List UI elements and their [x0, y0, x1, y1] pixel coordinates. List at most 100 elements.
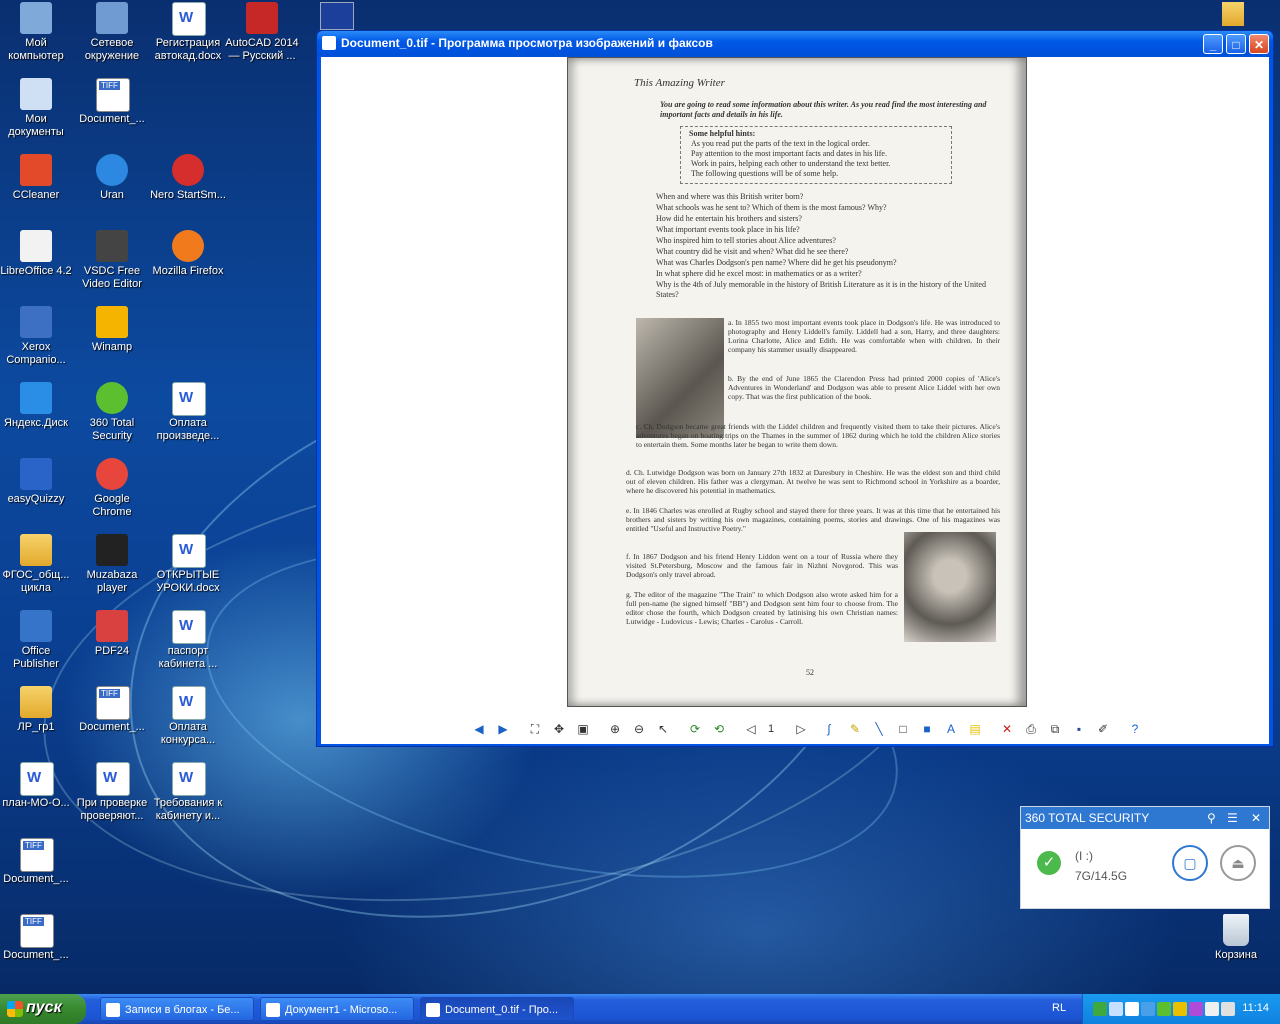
task-image-viewer[interactable]: Document_0.tif - Про...: [420, 997, 574, 1021]
desktop-icon[interactable]: LibreOffice 4.2: [0, 228, 74, 304]
eject-button[interactable]: ⏏: [1220, 845, 1256, 881]
edit-icon[interactable]: ✐: [1095, 721, 1111, 737]
desktop-icon[interactable]: план-МО-О...: [0, 760, 74, 836]
close-icon[interactable]: ✕: [1251, 807, 1261, 829]
desktop-icon[interactable]: Google Chrome: [74, 456, 150, 532]
clock[interactable]: 11:14: [1242, 1002, 1269, 1014]
language-indicator[interactable]: RL: [1052, 1002, 1066, 1014]
s360-icon: [96, 382, 128, 414]
menu-icon[interactable]: ☰: [1227, 807, 1238, 829]
tray-icon[interactable]: [1141, 1002, 1155, 1016]
tray-icon[interactable]: [1125, 1002, 1139, 1016]
desktop-icon[interactable]: Document_...: [0, 912, 74, 988]
vsdc-icon: [96, 230, 128, 262]
desktop-icon[interactable]: Office Publisher: [0, 608, 74, 684]
close-button[interactable]: ✕: [1249, 34, 1269, 54]
desktop-icon[interactable]: Winamp: [74, 304, 150, 380]
scanned-page: This Amazing Writer You are going to rea…: [567, 57, 1027, 707]
actual-size-icon[interactable]: ✥: [551, 721, 567, 737]
tray-icon[interactable]: [1189, 1002, 1203, 1016]
highlighter-icon[interactable]: ✎: [847, 721, 863, 737]
desktop-icon[interactable]: Оплата конкурса...: [150, 684, 226, 760]
desktop-icon[interactable]: Xerox Companio...: [0, 304, 74, 380]
copy-icon[interactable]: ⧉: [1047, 721, 1063, 737]
desktop-icon[interactable]: Uran: [74, 152, 150, 228]
delete-icon[interactable]: ✕: [999, 721, 1015, 737]
desktop-icon[interactable]: Document_...: [0, 836, 74, 912]
desktop-icon[interactable]: Регистрация автокад.docx: [150, 0, 226, 76]
tray-icon[interactable]: [1173, 1002, 1187, 1016]
previous-page-icon[interactable]: ◁: [743, 721, 759, 737]
rotate-counterclockwise-icon[interactable]: ⟲: [711, 721, 727, 737]
filled-rectangle-icon[interactable]: ■: [919, 721, 935, 737]
desktop-icon[interactable]: ОТКРЫТЫЕ УРОКИ.docx: [150, 532, 226, 608]
desktop-icon-label: Регистрация автокад.docx: [154, 37, 222, 62]
line-icon[interactable]: ╲: [871, 721, 887, 737]
desktop-icon[interactable]: Требования к кабинету и...: [150, 760, 226, 836]
frame-icon[interactable]: □: [895, 721, 911, 737]
desktop-icon[interactable]: ЛР_гр1: [0, 684, 74, 760]
desktop-icon[interactable]: 360 Total Security: [74, 380, 150, 456]
questions-list: When and where was this British writer b…: [646, 192, 1006, 301]
desktop-icon[interactable]: паспорт кабинета ...: [150, 608, 226, 684]
desktop-icon-label: Мой компьютер: [8, 37, 64, 62]
desktop-icon[interactable]: ФГОС_общ... цикла: [0, 532, 74, 608]
uran-icon: [96, 154, 128, 186]
next-image-icon[interactable]: ▶: [495, 721, 511, 737]
task-word[interactable]: Документ1 - Microso...: [260, 997, 414, 1021]
help-icon[interactable]: ?: [1127, 721, 1143, 737]
tiff-icon: [20, 838, 54, 872]
desktop-icon-label: Document_...: [3, 949, 69, 961]
previous-image-icon[interactable]: ◀: [471, 721, 487, 737]
desktop-icon[interactable]: easyQuizzy: [0, 456, 74, 532]
desktop-icon[interactable]: CCleaner: [0, 152, 74, 228]
desktop-icon[interactable]: PDF24: [74, 608, 150, 684]
note-icon[interactable]: ▤: [967, 721, 983, 737]
tray-icon[interactable]: [1093, 1002, 1107, 1016]
desktop-icon[interactable]: Muzabaza player: [74, 532, 150, 608]
zoom-in-icon[interactable]: ⊕: [607, 721, 623, 737]
minimize-button[interactable]: _: [1203, 34, 1223, 54]
desktop-icon[interactable]: Document_...: [74, 684, 150, 760]
title-bar[interactable]: Document_0.tif - Программа просмотра изо…: [317, 31, 1273, 57]
rotate-clockwise-icon[interactable]: ⟳: [687, 721, 703, 737]
print-icon[interactable]: ⎙: [1023, 721, 1039, 737]
desktop-icon[interactable]: Сетевое окружение: [74, 0, 150, 76]
page-intro: You are going to read some information a…: [660, 100, 987, 119]
desktop-icon[interactable]: Мои документы: [0, 76, 74, 152]
maximize-button[interactable]: □: [1226, 34, 1246, 54]
tray-icon[interactable]: [1205, 1002, 1219, 1016]
page-number-select[interactable]: 1: [759, 721, 783, 737]
paragraph-d: d. Ch. Lutwidge Dodgson was born on Janu…: [626, 468, 1000, 495]
text-icon[interactable]: A: [943, 721, 959, 737]
desktop-icon[interactable]: Оплата произведе...: [150, 380, 226, 456]
tray-icon[interactable]: [1221, 1002, 1235, 1016]
task-browser[interactable]: Записи в блогах - Бе...: [100, 997, 254, 1021]
desktop-icon-label: Document_...: [79, 113, 145, 125]
start-button[interactable]: пуск: [0, 994, 86, 1024]
pointer-icon[interactable]: ↖: [655, 721, 671, 737]
desktop-icon[interactable]: VSDC Free Video Editor: [74, 228, 150, 304]
desktop-icon[interactable]: При проверке проверяют...: [74, 760, 150, 836]
slideshow-icon[interactable]: ▣: [575, 721, 591, 737]
next-page-icon[interactable]: ▷: [793, 721, 809, 737]
save-icon[interactable]: ▪: [1071, 721, 1087, 737]
desktop-icon[interactable]: Nero StartSm...: [150, 152, 226, 228]
search-icon[interactable]: ⚲: [1207, 807, 1216, 829]
shortcut-icon[interactable]: [320, 2, 354, 30]
paragraph-g: g. The editor of the magazine "The Train…: [626, 590, 898, 626]
zoom-out-icon[interactable]: ⊖: [631, 721, 647, 737]
open-folder-button[interactable]: ▢: [1172, 845, 1208, 881]
desktop-icon[interactable]: Мой компьютер: [0, 0, 74, 76]
folder-icon[interactable]: [1222, 2, 1244, 26]
desktop-icon[interactable]: Яндекс.Диск: [0, 380, 74, 456]
recycle-bin-icon[interactable]: Корзина: [1198, 912, 1274, 988]
desktop-icon[interactable]: AutoCAD 2014 — Русский ...: [224, 0, 300, 76]
desktop-icon[interactable]: Document_...: [74, 76, 150, 152]
image-viewer-window[interactable]: Document_0.tif - Программа просмотра изо…: [316, 30, 1274, 747]
tray-icon[interactable]: [1109, 1002, 1123, 1016]
desktop-icon[interactable]: Mozilla Firefox: [150, 228, 226, 304]
tray-icon[interactable]: [1157, 1002, 1171, 1016]
best-fit-icon[interactable]: ⛶: [527, 721, 543, 737]
freehand-icon[interactable]: ∫: [821, 721, 837, 737]
